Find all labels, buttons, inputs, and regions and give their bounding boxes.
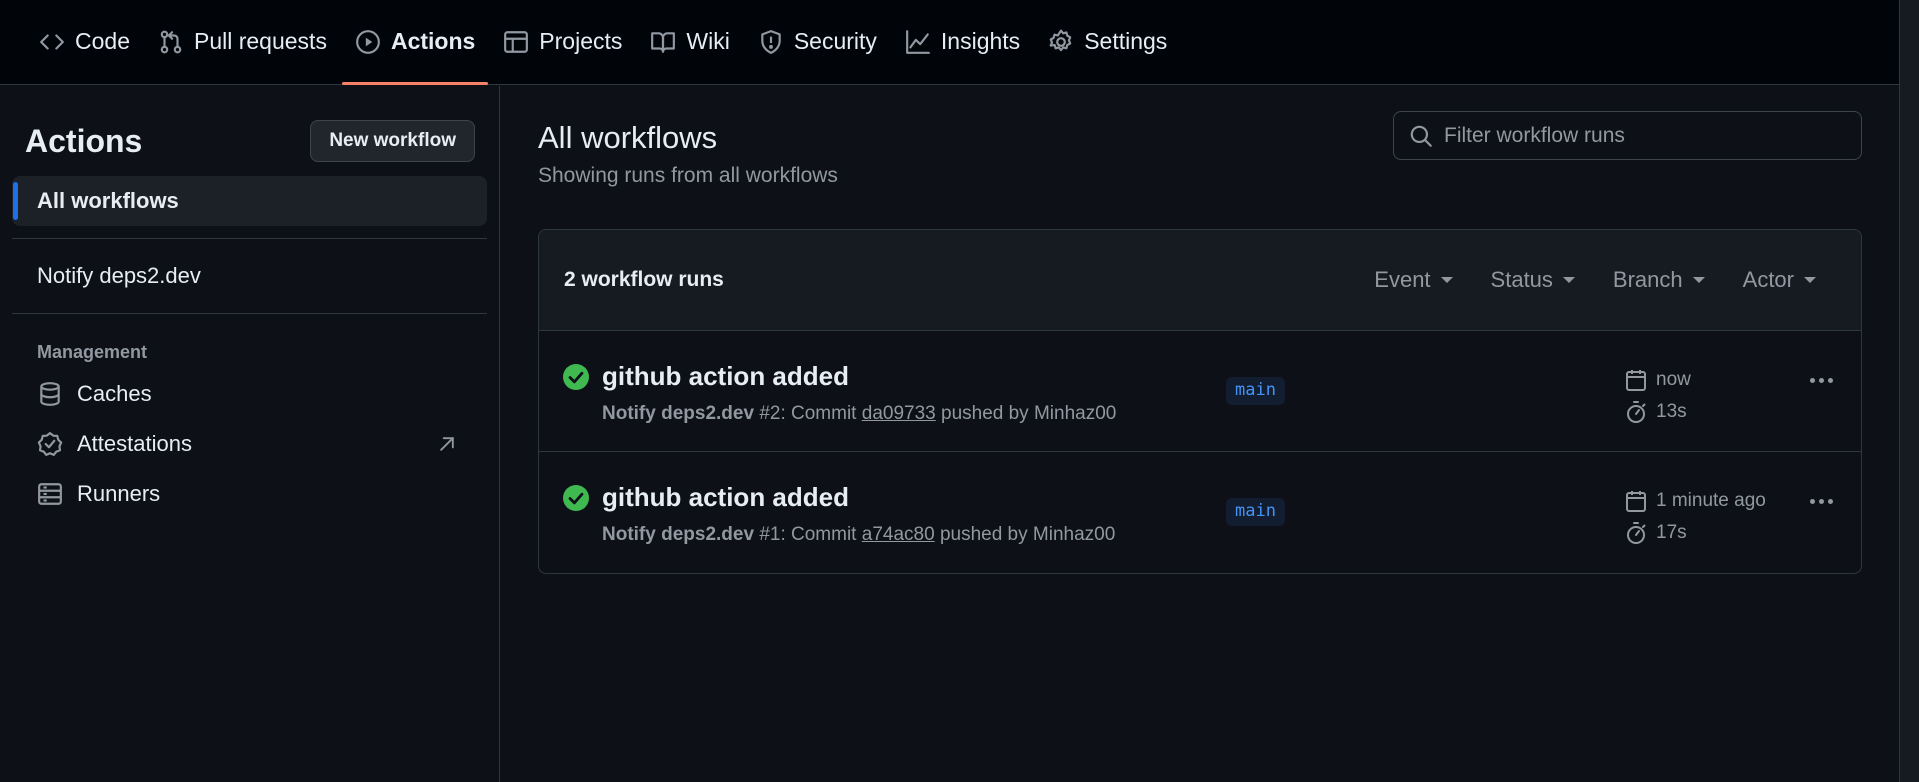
caret-down-icon <box>1692 277 1705 283</box>
page-title: All workflows <box>538 120 718 155</box>
sidebar-item-workflow[interactable]: Notify deps2.dev <box>12 251 487 301</box>
tab-insights-label: Insights <box>940 28 1021 54</box>
dropdown-label: Event <box>1374 267 1431 292</box>
filter-box <box>1393 111 1862 160</box>
tab-actions[interactable]: Actions <box>341 0 489 85</box>
runs-count: 2 workflow runs <box>564 268 724 291</box>
run-duration: 13s <box>1656 401 1687 422</box>
divider <box>12 238 487 239</box>
gear-icon <box>1049 29 1072 51</box>
runs-filters: Event Status Branch Actor <box>1374 267 1816 293</box>
page: Code Pull requests Actions Projects Wiki… <box>0 0 1919 782</box>
workflow-run-row[interactable]: github action added Notify deps2.dev #1:… <box>539 452 1861 573</box>
tab-projects-label: Projects <box>539 28 623 54</box>
book-icon <box>651 31 676 53</box>
tab-projects[interactable]: Projects <box>490 0 635 84</box>
run-workflow-name: Notify deps2.dev <box>602 403 755 424</box>
tab-wiki-label: Wiki <box>686 28 730 54</box>
sidebar-item-runners[interactable]: Runners <box>12 469 487 519</box>
code-icon <box>40 33 64 50</box>
branch-badge[interactable]: main <box>1226 377 1285 405</box>
run-meta: Notify deps2.dev #2: Commit da09733 push… <box>602 403 1116 425</box>
tab-code[interactable]: Code <box>26 0 143 84</box>
sidebar-item-attestations[interactable]: Attestations <box>12 419 487 469</box>
stopwatch-icon <box>1627 401 1646 423</box>
status-filter-dropdown[interactable]: Status <box>1491 267 1575 293</box>
sidebar-title: Actions <box>25 122 143 159</box>
branch-filter-dropdown[interactable]: Branch <box>1613 267 1705 293</box>
sidebar-item-all-workflows[interactable]: All workflows <box>12 176 487 226</box>
play-icon <box>356 29 380 54</box>
graph-icon <box>906 29 930 54</box>
stopwatch-icon <box>1627 522 1646 544</box>
server-icon <box>38 483 62 505</box>
run-time: now <box>1656 369 1691 390</box>
sidebar-item-label: All workflows <box>37 188 179 213</box>
run-number: #1: Commit <box>759 524 857 545</box>
filter-runs-input[interactable] <box>1444 123 1844 148</box>
tab-pull-requests[interactable]: Pull requests <box>145 0 340 84</box>
repo-nav: Code Pull requests Actions Projects Wiki… <box>0 0 1899 85</box>
calendar-icon <box>1626 370 1646 391</box>
branch-badge[interactable]: main <box>1226 498 1285 526</box>
run-pushed-by: pushed by Minhaz00 <box>939 524 1116 545</box>
sidebar-item-label: Runners <box>77 481 161 506</box>
management-heading: Management <box>37 342 148 362</box>
tab-pull-requests-label: Pull requests <box>193 28 327 54</box>
shield-icon <box>761 29 781 54</box>
scrollbar[interactable] <box>1899 0 1919 782</box>
run-number: #2: Commit <box>759 403 857 424</box>
pull-request-icon <box>160 30 182 53</box>
event-filter-dropdown[interactable]: Event <box>1374 267 1453 293</box>
sidebar-item-label: Notify deps2.dev <box>37 263 201 288</box>
tab-settings-label: Settings <box>1084 28 1168 54</box>
success-check-icon <box>563 364 589 390</box>
actor-filter-dropdown[interactable]: Actor <box>1743 267 1816 293</box>
search-icon <box>1410 125 1432 147</box>
run-timing: 1 minute ago 17s <box>1624 485 1766 549</box>
external-link-icon <box>440 437 454 451</box>
sidebar-item-label: Attestations <box>77 431 192 456</box>
success-check-icon <box>563 485 589 511</box>
run-time: 1 minute ago <box>1656 490 1766 511</box>
run-pushed-by: pushed by Minhaz00 <box>941 403 1117 424</box>
database-icon <box>40 382 60 406</box>
workflow-run-row[interactable]: github action added Notify deps2.dev #2:… <box>539 331 1861 452</box>
tab-insights[interactable]: Insights <box>892 0 1033 84</box>
actions-sidebar: Actions New workflow All workflows Notif… <box>0 86 500 782</box>
run-title[interactable]: github action added <box>602 482 849 513</box>
commit-sha-link[interactable]: a74ac80 <box>862 524 935 545</box>
run-meta: Notify deps2.dev #1: Commit a74ac80 push… <box>602 524 1115 546</box>
runs-header: 2 workflow runs Event Status Branch Acto… <box>539 230 1861 331</box>
dropdown-label: Status <box>1490 267 1553 292</box>
tab-code-label: Code <box>75 28 130 54</box>
kebab-menu-icon[interactable] <box>1810 499 1833 504</box>
tab-wiki[interactable]: Wiki <box>637 0 742 84</box>
calendar-icon <box>1626 491 1646 512</box>
tab-security-label: Security <box>793 28 877 54</box>
caret-down-icon <box>1804 277 1816 283</box>
run-timing: now 13s <box>1624 364 1691 428</box>
commit-sha-link[interactable]: da09733 <box>862 403 936 424</box>
tab-settings[interactable]: Settings <box>1035 0 1180 84</box>
tab-actions-label: Actions <box>390 28 476 54</box>
run-duration: 17s <box>1656 522 1687 543</box>
run-workflow-name: Notify deps2.dev <box>602 524 755 545</box>
dropdown-label: Actor <box>1742 267 1794 292</box>
page-subtitle: Showing runs from all workflows <box>538 164 838 187</box>
sidebar-item-label: Caches <box>77 381 152 406</box>
kebab-menu-icon[interactable] <box>1810 378 1833 383</box>
dropdown-label: Branch <box>1612 267 1683 292</box>
caret-down-icon <box>1440 277 1453 283</box>
run-title[interactable]: github action added <box>602 361 849 392</box>
table-icon <box>504 30 529 53</box>
new-workflow-button[interactable]: New workflow <box>310 120 475 162</box>
tab-security[interactable]: Security <box>745 0 890 84</box>
workflow-runs-list: 2 workflow runs Event Status Branch Acto… <box>538 229 1862 574</box>
caret-down-icon <box>1562 277 1575 283</box>
sidebar-item-caches[interactable]: Caches <box>12 369 487 419</box>
divider <box>12 313 487 314</box>
verified-icon <box>37 432 63 456</box>
